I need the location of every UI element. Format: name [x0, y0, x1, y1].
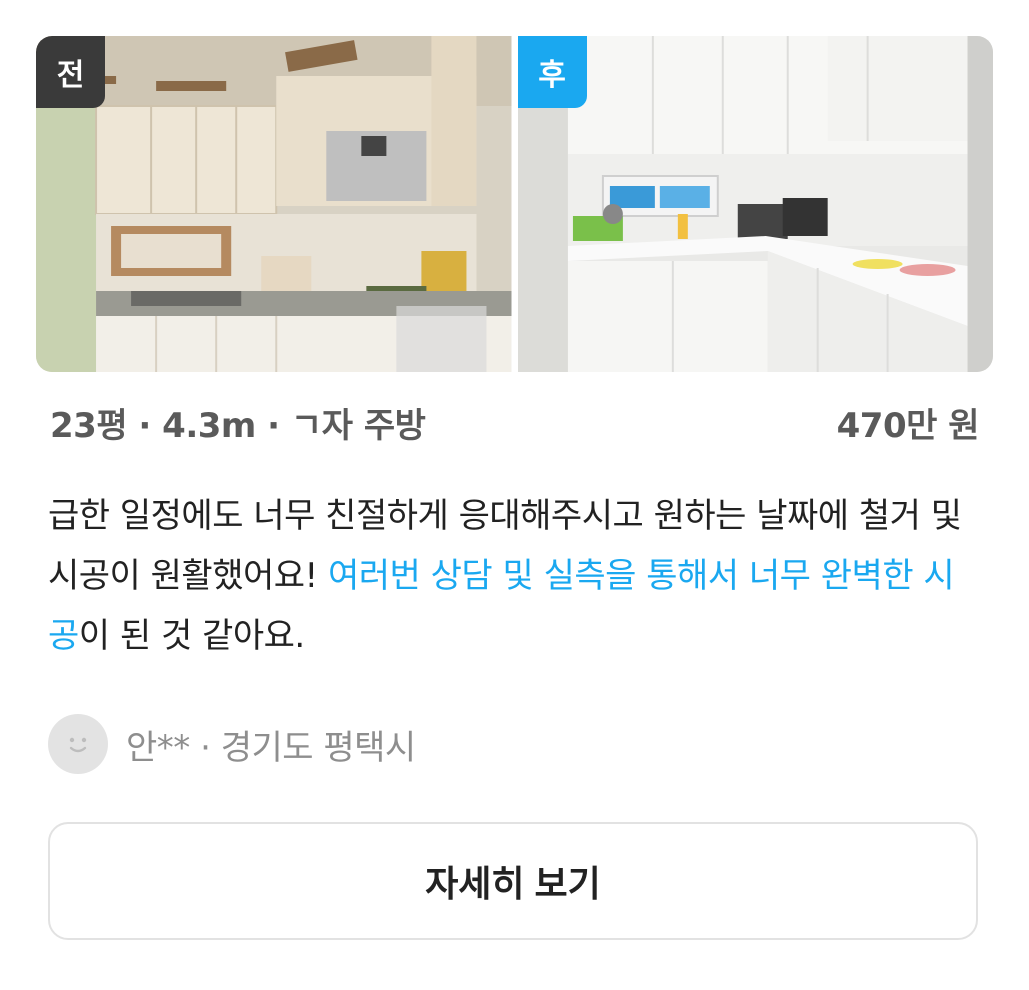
review-text: 급한 일정에도 너무 친절하게 응대해주시고 원하는 날짜에 철거 및 시공이 …	[48, 486, 978, 666]
smiley-face-icon	[48, 714, 108, 774]
after-photo[interactable]: 후	[517, 36, 993, 372]
after-kitchen-image	[517, 36, 993, 372]
listing-price: 470만 원	[836, 405, 980, 446]
before-kitchen-image	[36, 36, 512, 372]
author-location: 경기도 평택시	[220, 727, 417, 768]
view-details-button[interactable]: 자세히 보기	[48, 822, 978, 940]
review-text-part2: 이 된 것 같아요.	[78, 616, 305, 656]
review-author: 안** · 경기도 평택시	[48, 714, 416, 774]
author-separator: ·	[189, 727, 221, 768]
author-name: 안**	[126, 727, 190, 768]
before-photo[interactable]: 전	[36, 36, 512, 372]
after-badge: 후	[517, 36, 587, 108]
before-after-photos: 전 후	[36, 36, 993, 372]
author-info: 안** · 경기도 평택시	[126, 720, 416, 769]
listing-spec: 23평 · 4.3m · ㄱ자 주방	[50, 405, 426, 446]
listing-meta: 23평 · 4.3m · ㄱ자 주방 470만 원	[50, 396, 980, 448]
before-badge: 전	[36, 36, 105, 108]
